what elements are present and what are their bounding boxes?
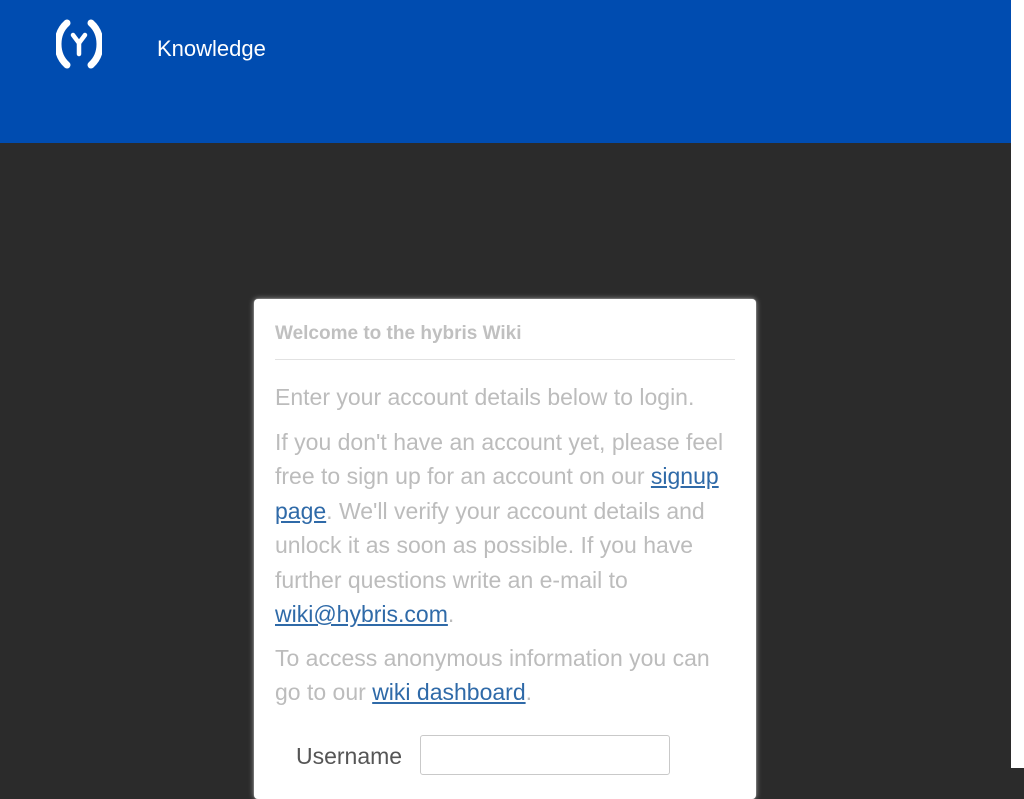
anonymous-access-text: To access anonymous information you can …: [275, 641, 735, 710]
email-text-after: .: [447, 601, 455, 627]
signup-text-after: . We'll verify your account details and …: [275, 497, 705, 593]
login-panel-title: Welcome to the hybris Wiki: [275, 321, 735, 360]
signup-info-text: If you don't have an account yet, please…: [275, 425, 735, 632]
brand-title: Knowledge: [157, 36, 266, 61]
login-panel: Welcome to the hybris Wiki Enter your ac…: [254, 299, 756, 799]
wiki-dashboard-link[interactable]: wiki dashboard: [372, 679, 525, 705]
anon-text-after: .: [525, 679, 532, 705]
email-link[interactable]: wiki@hybris.com: [275, 601, 448, 627]
top-header: Knowledge: [0, 0, 1011, 143]
hybris-logo-icon[interactable]: [56, 19, 102, 69]
login-intro-text: Enter your account details below to logi…: [275, 384, 695, 410]
username-input[interactable]: [420, 735, 670, 775]
page-edge: [1011, 0, 1024, 768]
username-label: Username: [296, 743, 403, 769]
